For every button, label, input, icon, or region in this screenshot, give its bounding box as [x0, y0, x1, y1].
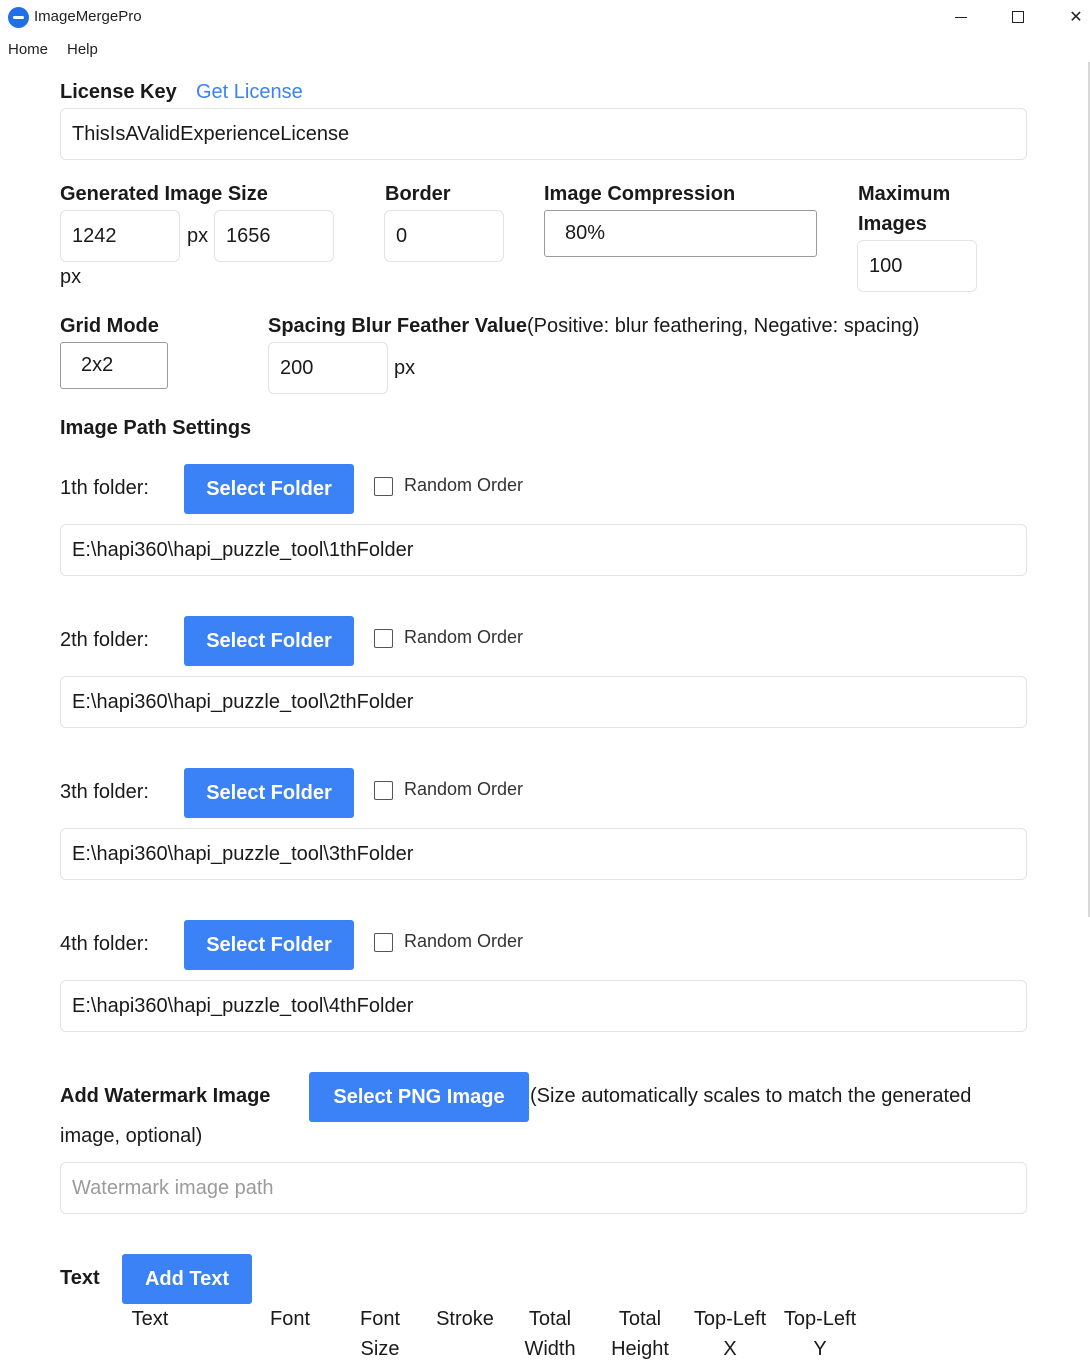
spacing-input[interactable]: 200 [268, 342, 388, 394]
app-title: ImageMergePro [34, 8, 142, 25]
column-header-total-width: Total Width [524, 1308, 576, 1360]
select-folder-4-button[interactable]: Select Folder [184, 920, 354, 970]
close-button[interactable]: ✕ [1053, 0, 1090, 34]
spacing-unit-label: px [394, 357, 416, 379]
border-label: Border [385, 183, 451, 205]
license-key-label: License Key [60, 81, 177, 103]
spacing-hint: (Positive: blur feathering, Negative: sp… [526, 315, 920, 337]
width-input[interactable]: 1242 [60, 210, 180, 262]
column-header-stroke: Stroke [436, 1308, 494, 1330]
height-input[interactable]: 1656 [214, 210, 334, 262]
random-order-1-checkbox[interactable] [374, 477, 393, 496]
text-section-label: Text [60, 1267, 100, 1289]
border-input[interactable]: 0 [384, 210, 504, 262]
random-order-2-label[interactable]: Random Order [404, 627, 523, 648]
app-logo-icon [8, 7, 29, 28]
grid-mode-label: Grid Mode [60, 315, 159, 337]
folder-2-path-input[interactable]: E:\hapi360\hapi_puzzle_tool\2thFolder [60, 676, 1027, 728]
max-images-input[interactable]: 100 [857, 240, 977, 292]
image-path-heading: Image Path Settings [60, 417, 252, 439]
folder-3-path-input[interactable]: E:\hapi360\hapi_puzzle_tool\3thFolder [60, 828, 1027, 880]
compression-label: Image Compression [544, 183, 736, 205]
column-header-font-size: Font Size [359, 1308, 401, 1360]
max-images-label-line1: Maximum [858, 183, 951, 205]
folder-4-label: 4th folder: [60, 933, 149, 955]
folder-3-label: 3th folder: [60, 781, 149, 803]
column-header-top-left-y: Top-Left Y [783, 1308, 857, 1360]
random-order-3-checkbox[interactable] [374, 781, 393, 800]
width-unit-label: px [187, 225, 209, 247]
random-order-4-label[interactable]: Random Order [404, 931, 523, 952]
watermark-hint-line2: image, optional) [60, 1125, 203, 1147]
random-order-4-checkbox[interactable] [374, 933, 393, 952]
random-order-3-label[interactable]: Random Order [404, 779, 523, 800]
get-license-link[interactable]: Get License [196, 81, 303, 104]
compression-select[interactable]: 80% [544, 210, 817, 257]
select-folder-2-button[interactable]: Select Folder [184, 616, 354, 666]
maximize-icon [1012, 11, 1024, 23]
column-header-total-height: Total Height [611, 1308, 669, 1360]
folder-2-label: 2th folder: [60, 629, 149, 651]
spacing-label: Spacing Blur Feather Value [268, 315, 527, 337]
column-header-top-left-x: Top-Left X [693, 1308, 767, 1360]
column-header-font: Font [269, 1308, 311, 1330]
select-folder-1-button[interactable]: Select Folder [184, 464, 354, 514]
minimize-icon [955, 16, 967, 18]
menu-home[interactable]: Home [8, 41, 48, 58]
column-header-text: Text [131, 1308, 169, 1330]
select-png-button[interactable]: Select PNG Image [309, 1072, 529, 1122]
spacing-label-group: Spacing Blur Feather Value(Positive: blu… [268, 315, 919, 338]
random-order-2-checkbox[interactable] [374, 629, 393, 648]
add-text-button[interactable]: Add Text [122, 1254, 252, 1304]
watermark-hint-line1: (Size automatically scales to match the … [530, 1085, 972, 1107]
watermark-path-input[interactable]: Watermark image path [60, 1162, 1027, 1214]
image-size-label: Generated Image Size [60, 183, 268, 205]
max-images-label-line2: Images [858, 213, 927, 235]
title-bar: ImageMergePro ✕ [0, 0, 1090, 36]
minimize-button[interactable] [938, 0, 984, 34]
grid-mode-select[interactable]: 2x2 [60, 342, 168, 389]
watermark-label: Add Watermark Image [60, 1085, 271, 1107]
random-order-1-label[interactable]: Random Order [404, 475, 523, 496]
menu-help[interactable]: Help [67, 41, 98, 58]
license-key-input[interactable]: ThisIsAValidExperienceLicense [60, 108, 1027, 160]
select-folder-3-button[interactable]: Select Folder [184, 768, 354, 818]
maximize-button[interactable] [995, 0, 1041, 34]
height-unit-label: px [60, 266, 82, 288]
folder-1-path-input[interactable]: E:\hapi360\hapi_puzzle_tool\1thFolder [60, 524, 1027, 576]
folder-1-label: 1th folder: [60, 477, 149, 499]
close-icon: ✕ [1069, 9, 1083, 26]
folder-4-path-input[interactable]: E:\hapi360\hapi_puzzle_tool\4thFolder [60, 980, 1027, 1032]
